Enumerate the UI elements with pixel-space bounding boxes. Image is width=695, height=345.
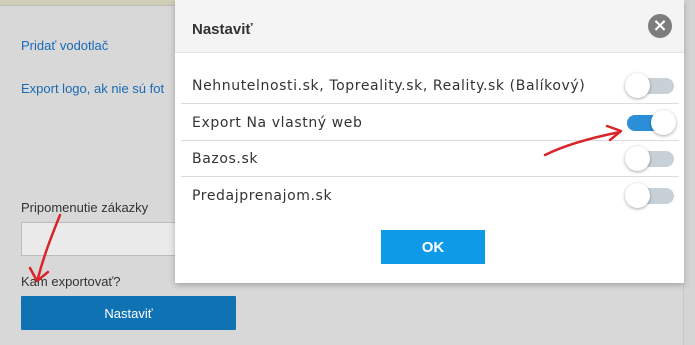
toggle-predajprenajom[interactable]: [625, 183, 674, 208]
toggle-knob: [625, 73, 650, 98]
option-row-predajprenajom: Predajprenajom.sk: [181, 178, 679, 214]
reminder-input[interactable]: [21, 222, 176, 256]
option-label: Nehnutelnosti.sk, Topreality.sk, Reality…: [192, 78, 586, 94]
reminder-label: Pripomenutie zákazky: [21, 200, 149, 215]
top-field-strip: [0, 0, 175, 6]
toggle-knob: [651, 110, 676, 135]
modal-title: Nastaviť: [192, 21, 253, 38]
toggle-vlastny-web[interactable]: [627, 110, 676, 135]
ok-button[interactable]: OK: [381, 230, 485, 264]
option-label: Predajprenajom.sk: [192, 188, 333, 204]
settings-modal: Nastaviť × Nehnutelnosti.sk, Topreality.…: [175, 0, 684, 283]
option-label: Bazos.sk: [192, 151, 259, 167]
option-row-vlastny-web: Export Na vlastný web: [181, 105, 679, 141]
add-watermark-link[interactable]: Pridať vodotlač: [21, 38, 108, 53]
where-export-label: Kam exportovať?: [21, 274, 121, 289]
right-column: [683, 0, 695, 345]
toggle-knob: [625, 146, 650, 171]
modal-header: Nastaviť ×: [175, 0, 684, 53]
toggle-nehnutelnosti[interactable]: [625, 73, 674, 98]
option-row-nehnutelnosti: Nehnutelnosti.sk, Topreality.sk, Reality…: [181, 68, 679, 104]
close-icon[interactable]: ×: [648, 14, 672, 38]
set-button[interactable]: Nastaviť: [21, 296, 236, 330]
option-label: Export Na vlastný web: [192, 115, 363, 131]
toggle-knob: [625, 183, 650, 208]
export-logo-link[interactable]: Export logo, ak nie sú fot: [21, 81, 164, 96]
option-row-bazos: Bazos.sk: [181, 141, 679, 177]
toggle-bazos[interactable]: [625, 146, 674, 171]
